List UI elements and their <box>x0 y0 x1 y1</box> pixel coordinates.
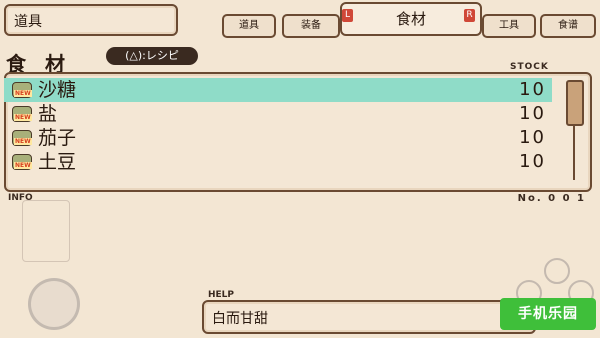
help-box: 白而甘甜 <box>202 300 536 334</box>
analog-stick[interactable] <box>28 278 80 330</box>
item-qty: 10 <box>519 79 546 100</box>
category-box: 道具 <box>4 4 178 36</box>
tab-equipment[interactable]: 装备 <box>282 14 340 38</box>
item-qty: 10 <box>519 103 546 124</box>
recipe-button[interactable]: (△):レシピ <box>106 47 198 65</box>
item-qty: 10 <box>519 127 546 148</box>
item-number: No. 0 0 1 <box>517 193 586 204</box>
new-badge: NEW <box>14 162 32 169</box>
triangle-button[interactable] <box>544 258 570 284</box>
list-item[interactable]: NEW 茄子 10 <box>4 126 552 150</box>
item-name: 土豆 <box>38 151 77 173</box>
new-badge: NEW <box>14 90 32 97</box>
scrollbar-thumb[interactable] <box>566 80 584 126</box>
item-name: 盐 <box>38 103 58 125</box>
tab-items[interactable]: 道具 <box>222 14 276 38</box>
watermark-logo: 手机乐园 <box>500 298 596 330</box>
dpad-overlay[interactable] <box>22 200 70 262</box>
info-area <box>0 206 600 294</box>
r-shoulder-badge: R <box>464 9 475 22</box>
new-badge: NEW <box>14 138 32 145</box>
help-text: 白而甘甜 <box>212 311 268 327</box>
scrollbar-track[interactable] <box>573 124 575 180</box>
tab-ingredients[interactable]: 食材 <box>340 2 482 36</box>
tab-recipes[interactable]: 食谱 <box>540 14 596 38</box>
item-qty: 10 <box>519 151 546 172</box>
item-name: 沙糖 <box>38 79 77 101</box>
list-item[interactable]: NEW 土豆 10 <box>4 150 552 174</box>
list-item[interactable]: NEW 沙糖 10 <box>4 78 552 102</box>
stock-header: STOCK <box>510 62 549 72</box>
l-shoulder-badge: L <box>342 9 353 22</box>
category-label: 道具 <box>14 14 42 30</box>
new-badge: NEW <box>14 114 32 121</box>
tab-tools[interactable]: 工具 <box>482 14 536 38</box>
item-name: 茄子 <box>38 127 77 149</box>
list-item[interactable]: NEW 盐 10 <box>4 102 552 126</box>
help-label: HELP <box>208 290 235 300</box>
